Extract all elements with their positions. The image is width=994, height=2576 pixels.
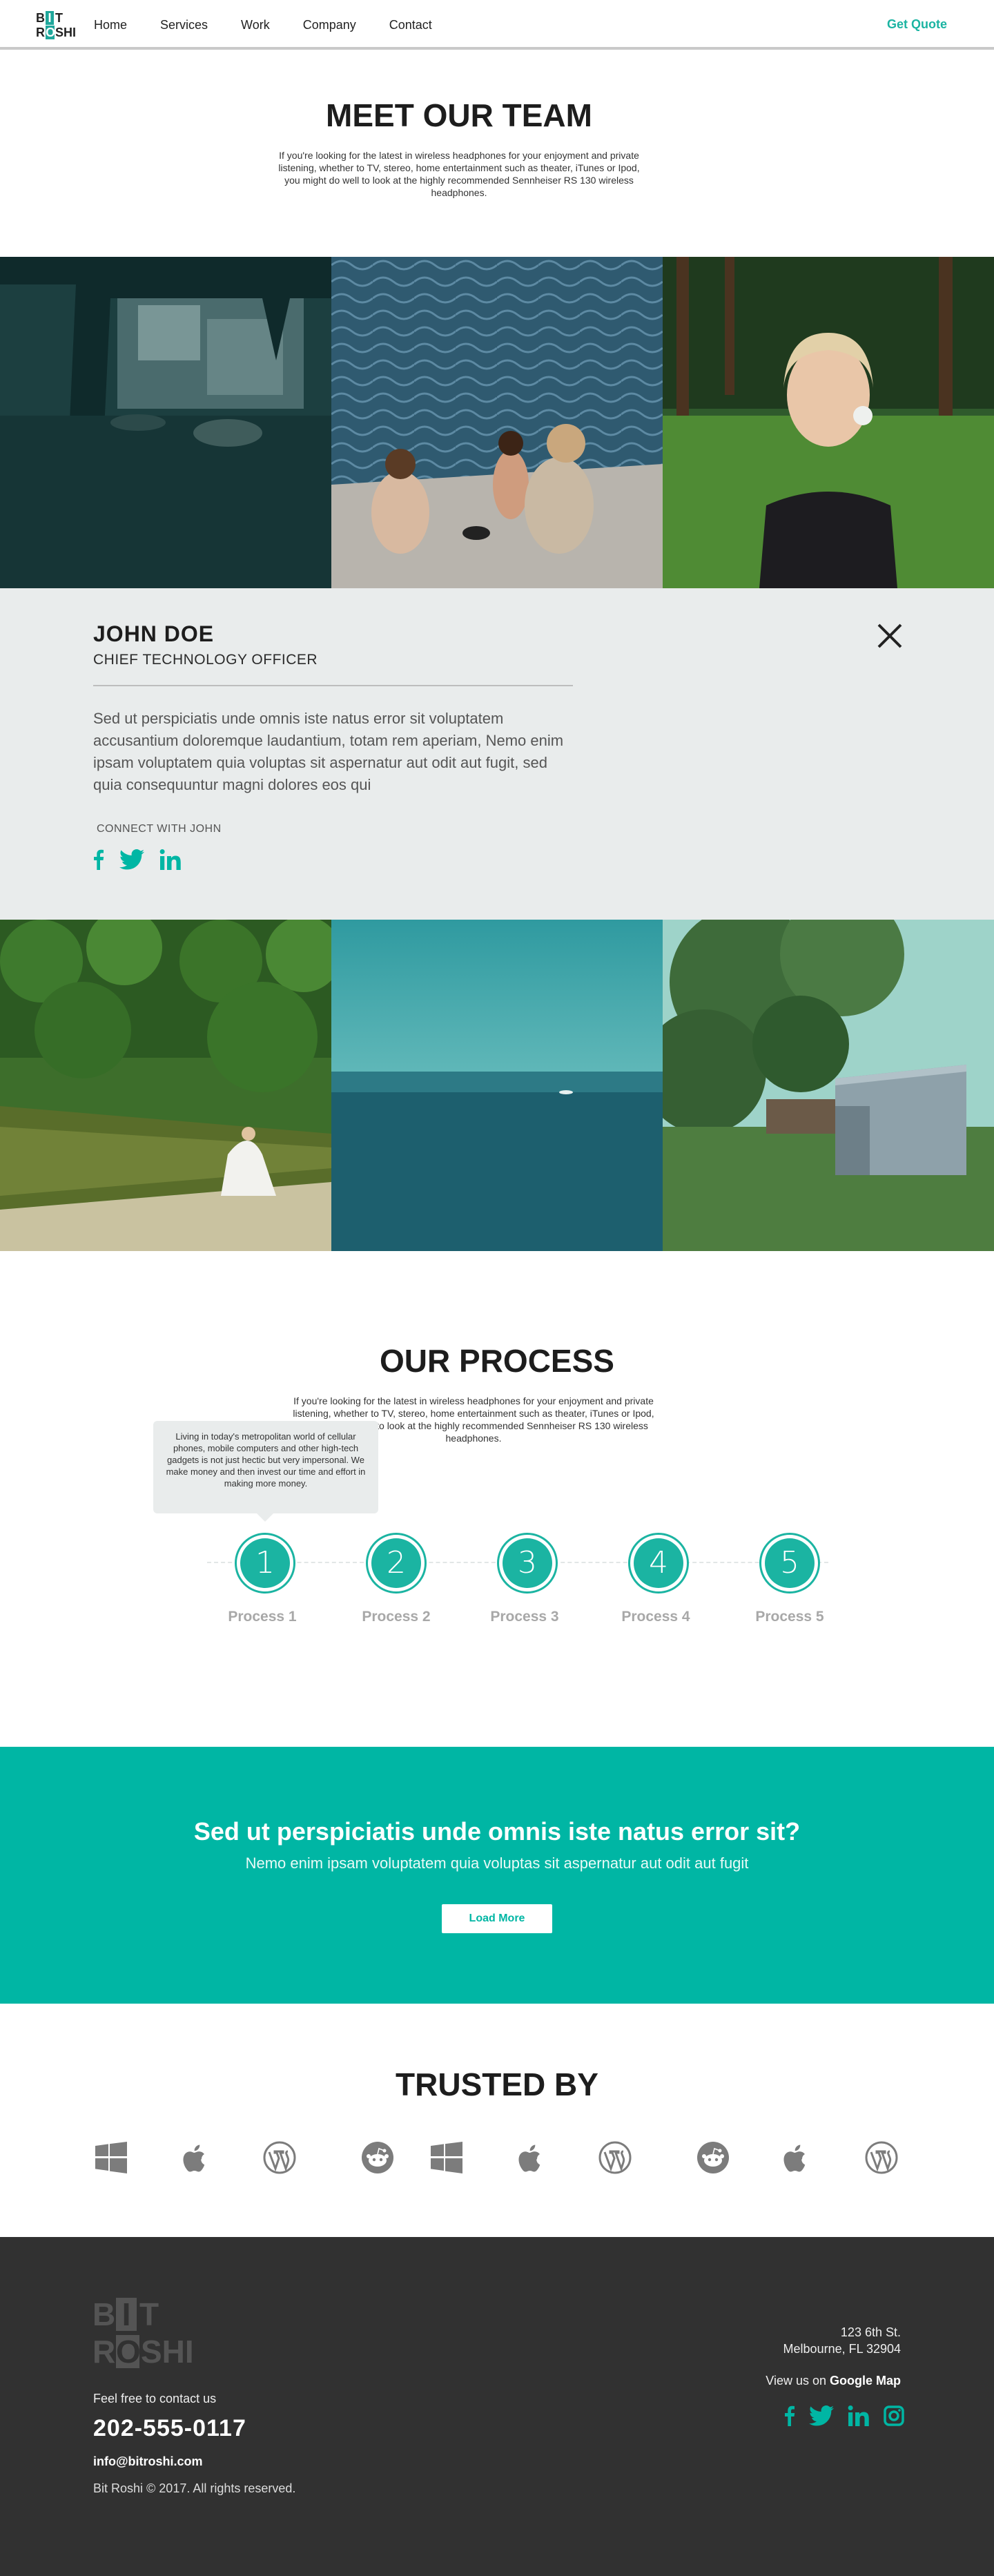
cta-heading: Sed ut perspiciatis unde omnis iste natu… (193, 1817, 801, 1846)
nav-link-home[interactable]: Home (94, 17, 127, 32)
process-step-label: Process 5 (755, 1609, 824, 1625)
map-link-text: View us on Google Map (766, 2374, 901, 2388)
logo-letter: O (46, 26, 56, 39)
get-quote-button[interactable]: Get Quote (887, 17, 947, 32)
trusted-header: TRUSTED BY (0, 2066, 994, 2103)
process-step-5[interactable]: 5 (759, 1533, 820, 1594)
nav-link-work[interactable]: Work (241, 17, 270, 32)
member-bio: Sed ut perspiciatis unde omnis iste natu… (93, 710, 564, 793)
step-number: 4 (634, 1538, 683, 1588)
step-number: 5 (765, 1538, 815, 1588)
team-header: MEET OUR TEAM If you're looking for the … (0, 97, 918, 199)
process-step-1[interactable]: 1 (235, 1533, 295, 1594)
apple-icon (779, 2140, 813, 2175)
linkedin-icon[interactable] (159, 849, 182, 873)
main-nav: Home Services Work Company Contact (94, 17, 465, 32)
logo-letter: I (116, 2298, 137, 2331)
process-step-label: Process 3 (490, 1609, 559, 1625)
member-social-links (93, 849, 197, 873)
brand-logo[interactable]: B I T R O SHI (36, 10, 76, 40)
logo-letter: R (92, 2334, 116, 2370)
apple-icon (178, 2140, 213, 2175)
apple-icon (514, 2140, 548, 2175)
phone-number[interactable]: 202-555-0117 (93, 2415, 246, 2442)
twitter-icon[interactable] (809, 2405, 834, 2430)
windows-icon (429, 2140, 464, 2175)
team-photo-row (0, 920, 994, 1251)
team-member-profile: JOHN DOE CHIEF TECHNOLOGY OFFICER Sed ut… (0, 588, 994, 920)
email-link[interactable]: info@bitroshi.com (93, 2454, 203, 2469)
team-photo-row (0, 257, 994, 588)
twitter-icon[interactable] (119, 849, 144, 873)
team-photo[interactable] (663, 257, 994, 588)
connect-label: CONNECT WITH JOHN (97, 823, 222, 835)
nav-link-services[interactable]: Services (160, 17, 208, 32)
step-number: 2 (371, 1538, 421, 1588)
reddit-icon (360, 2140, 395, 2175)
step-number: 3 (503, 1538, 552, 1588)
team-photo[interactable] (0, 920, 331, 1251)
linkedin-icon[interactable] (848, 2405, 870, 2430)
windows-icon (94, 2140, 128, 2175)
logo-letter: T (55, 11, 63, 25)
address-line: Melbourne, FL 32904 (783, 2342, 901, 2356)
facebook-icon[interactable] (93, 849, 104, 873)
logo-letter: B (36, 11, 45, 25)
reddit-icon (696, 2140, 730, 2175)
process-step-3[interactable]: 3 (497, 1533, 558, 1594)
process-step-label: Process 1 (228, 1609, 297, 1625)
team-photo[interactable] (331, 257, 663, 588)
logo-letter: O (116, 2334, 141, 2370)
process-header: OUR PROCESS If you're looking for the la… (0, 1342, 994, 1444)
process-step-label: Process 2 (362, 1609, 431, 1625)
member-name: JOHN DOE (93, 621, 215, 646)
wordpress-icon (262, 2140, 297, 2175)
close-icon[interactable] (877, 623, 903, 649)
footer-logo[interactable]: B I T R O SHI (92, 2298, 203, 2370)
instagram-icon[interactable] (884, 2405, 904, 2430)
team-photo[interactable] (663, 920, 994, 1251)
logo-letter: I (46, 11, 54, 25)
wordpress-icon (598, 2140, 632, 2175)
map-prefix: View us on (766, 2374, 830, 2388)
nav-link-company[interactable]: Company (303, 17, 356, 32)
top-navbar: B I T R O SHI Home Services Work Company… (0, 0, 994, 50)
team-title: MEET OUR TEAM (326, 97, 592, 133)
process-step-4[interactable]: 4 (628, 1533, 689, 1594)
contact-label: Feel free to contact us (93, 2392, 217, 2405)
logo-letter: B (92, 2296, 116, 2332)
process-step-label: Process 4 (621, 1609, 690, 1625)
process-step-2[interactable]: 2 (366, 1533, 427, 1594)
footer-social-links (770, 2405, 904, 2430)
copyright: Bit Roshi © 2017. All rights reserved. (93, 2481, 296, 2495)
step-number: 1 (240, 1538, 290, 1588)
process-tooltip: Living in today's metropolitan world of … (153, 1421, 378, 1522)
logo-letter: T (139, 2296, 159, 2332)
wordpress-icon (864, 2140, 899, 2175)
site-footer: B I T R O SHI Feel free to contact us 20… (0, 2237, 994, 2576)
team-photo[interactable] (331, 920, 663, 1251)
google-map-link[interactable]: Google Map (830, 2374, 901, 2388)
process-title: OUR PROCESS (380, 1343, 614, 1379)
trusted-logos (0, 2140, 994, 2178)
member-role: CHIEF TECHNOLOGY OFFICER (93, 652, 318, 668)
team-photo[interactable] (0, 257, 331, 588)
cta-subheading: Nemo enim ipsam voluptatem quia voluptas… (245, 1854, 749, 1872)
logo-letter: R (36, 26, 45, 39)
cta-banner: Sed ut perspiciatis unde omnis iste natu… (0, 1747, 994, 2004)
profile-divider (93, 685, 573, 686)
nav-link-contact[interactable]: Contact (389, 17, 432, 32)
logo-letter: SHI (55, 26, 77, 39)
address-line: 123 6th St. (840, 2325, 901, 2339)
logo-letter: SHI (141, 2334, 194, 2370)
team-subtitle: If you're looking for the latest in wire… (278, 150, 640, 198)
address: 123 6th St. Melbourne, FL 32904 (783, 2324, 901, 2357)
trusted-title: TRUSTED BY (396, 2066, 598, 2102)
load-more-button[interactable]: Load More (442, 1904, 552, 1933)
facebook-icon[interactable] (784, 2405, 795, 2430)
